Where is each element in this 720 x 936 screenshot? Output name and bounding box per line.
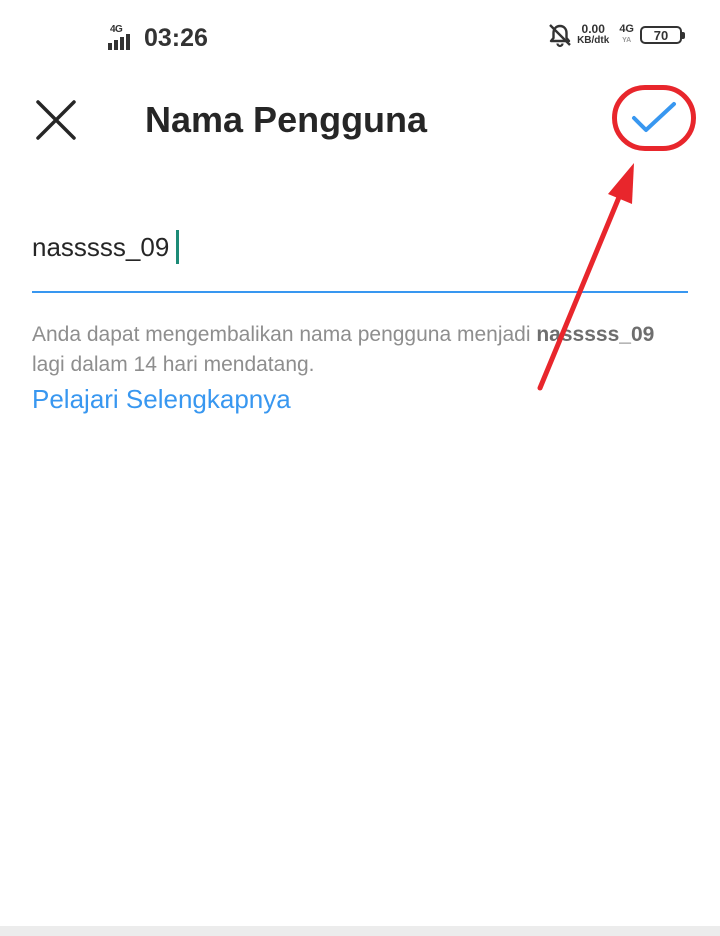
helper-text-after: lagi dalam 14 hari mendatang. xyxy=(32,353,315,376)
helper-text-before: Anda dapat mengembalikan nama pengguna m… xyxy=(32,323,537,346)
bell-off-icon xyxy=(547,22,573,48)
status-right: 0.00 KB/dtk 4G YA 70 xyxy=(547,22,685,48)
learn-more-link[interactable]: Pelajari Selengkapnya xyxy=(32,382,291,416)
network-type-right: 4G YA xyxy=(619,23,634,47)
network-speed: 0.00 KB/dtk xyxy=(577,22,610,46)
username-input[interactable] xyxy=(32,222,688,272)
battery-icon: 70 xyxy=(640,26,685,44)
network-speed-unit: KB/dtk xyxy=(577,35,610,46)
clock: 03:26 xyxy=(144,24,208,52)
close-icon xyxy=(36,100,76,140)
input-underline xyxy=(32,291,688,293)
network-type-right-sub: YA xyxy=(622,37,632,44)
cell-signal-icon: 4G xyxy=(108,24,138,52)
checkmark-icon xyxy=(632,102,676,132)
bottom-nav-strip xyxy=(0,926,720,936)
helper-text: Anda dapat mengembalikan nama pengguna m… xyxy=(32,320,688,380)
status-left: 4G 03:26 xyxy=(108,20,208,52)
close-button[interactable] xyxy=(32,96,80,144)
network-speed-value: 0.00 xyxy=(581,22,605,36)
text-caret xyxy=(176,230,179,264)
network-type-right-label: 4G xyxy=(619,23,634,35)
battery-level: 70 xyxy=(653,27,669,43)
confirm-button[interactable] xyxy=(613,86,695,150)
page-title: Nama Pengguna xyxy=(145,99,428,140)
status-bar: 4G 03:26 0.00 KB/dtk 4G YA 70 xyxy=(0,0,720,72)
helper-username: nasssss_09 xyxy=(536,323,655,346)
